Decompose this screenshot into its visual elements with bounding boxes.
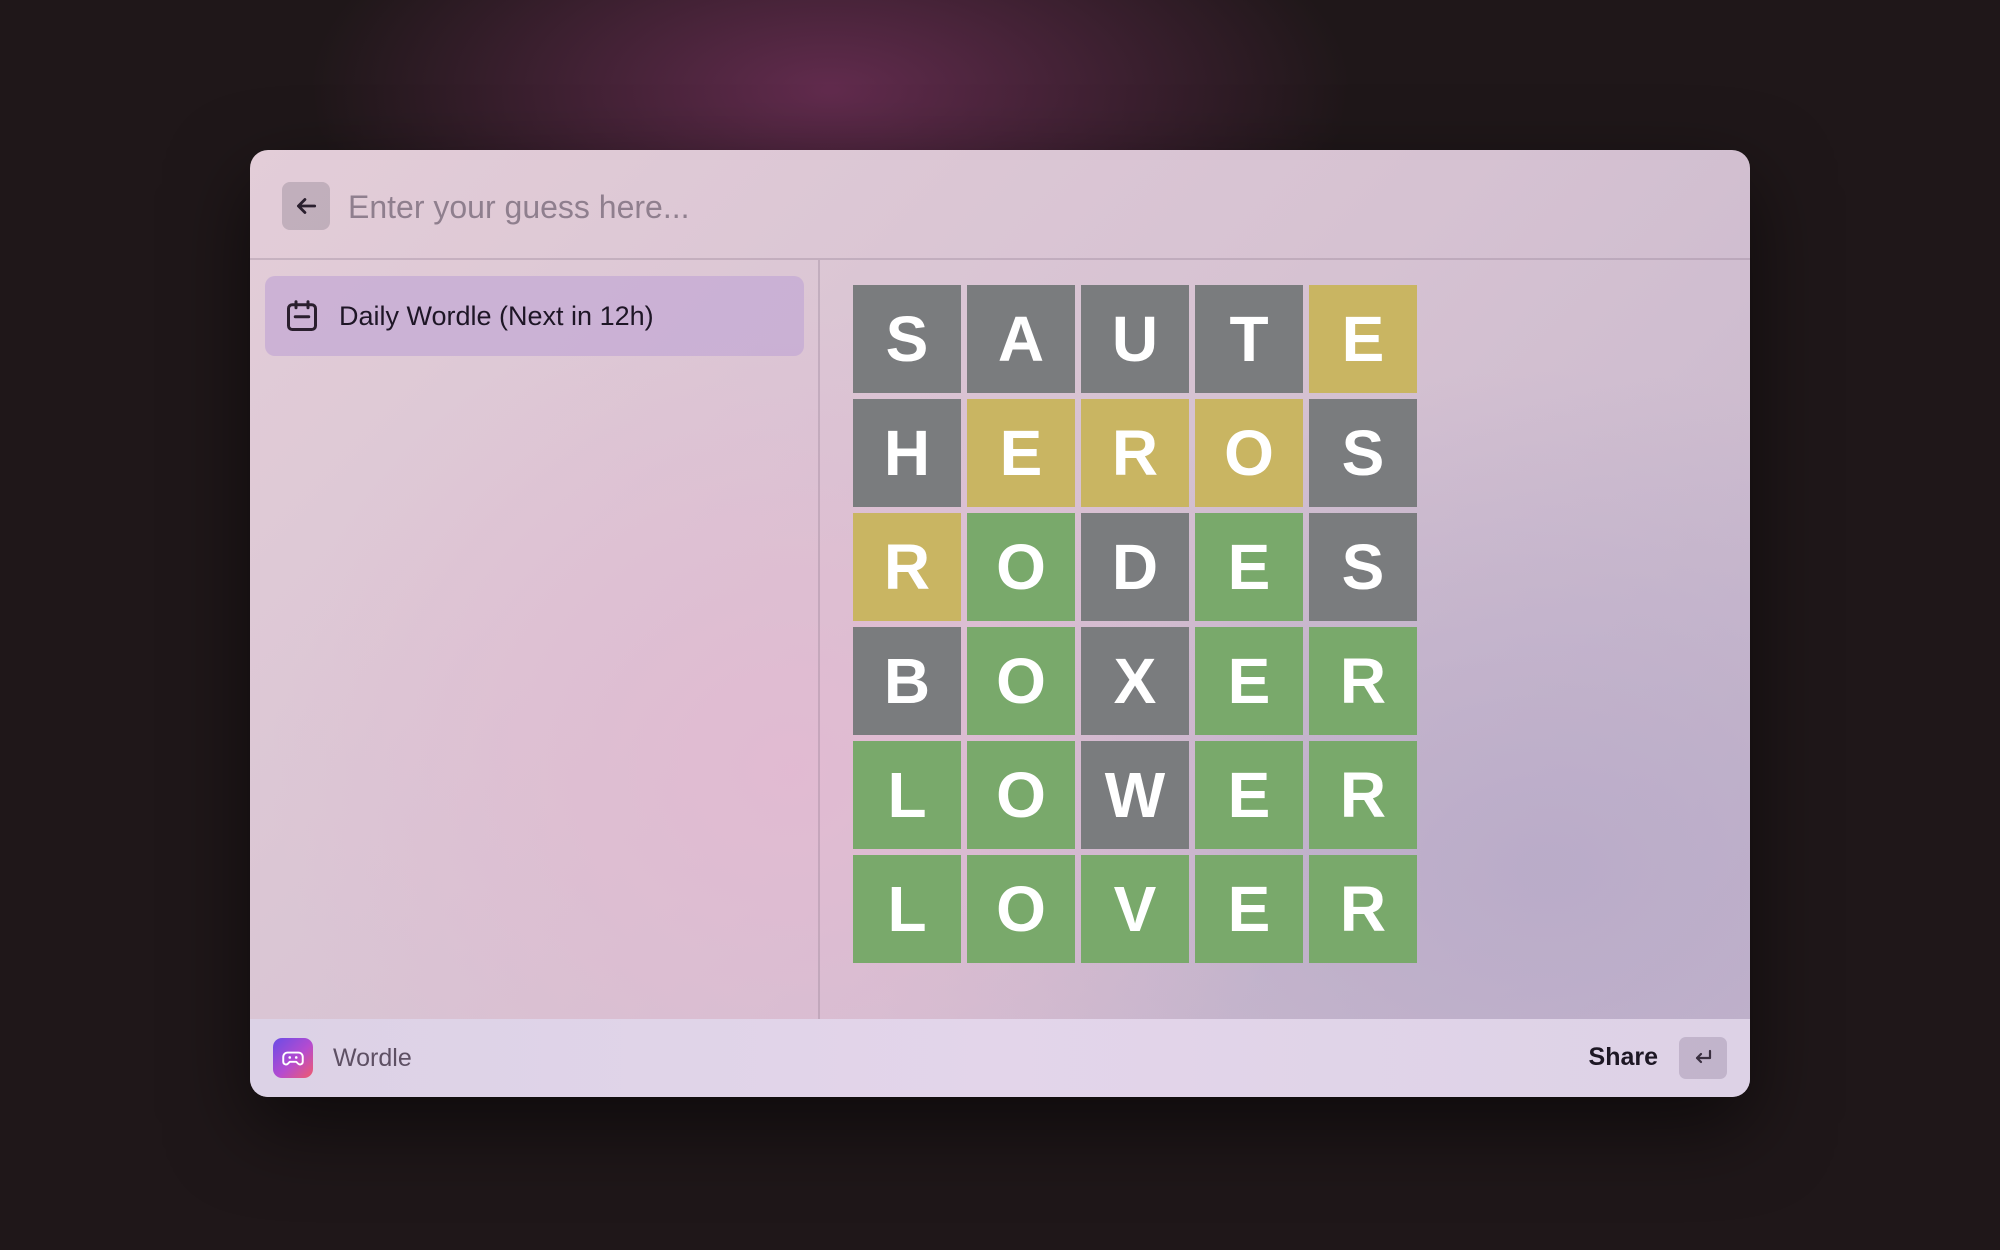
letter-tile: S xyxy=(853,285,961,393)
letter-tile: L xyxy=(853,741,961,849)
guess-input[interactable] xyxy=(346,180,1450,234)
letter-tile: E xyxy=(1195,513,1303,621)
app-name: Wordle xyxy=(333,1044,412,1072)
letter-tile: B xyxy=(853,627,961,735)
letter-tile: R xyxy=(1309,741,1417,849)
letter-tile: E xyxy=(967,399,1075,507)
sidebar-item-daily-wordle[interactable]: Daily Wordle (Next in 12h) xyxy=(265,276,804,356)
letter-tile: U xyxy=(1081,285,1189,393)
letter-tile: O xyxy=(967,513,1075,621)
letter-tile: O xyxy=(967,741,1075,849)
letter-tile: L xyxy=(853,855,961,963)
return-key-icon[interactable] xyxy=(1679,1037,1727,1079)
letter-tile: E xyxy=(1195,627,1303,735)
sidebar: Daily Wordle (Next in 12h) xyxy=(250,260,820,1019)
letter-tile: R xyxy=(1309,855,1417,963)
wordle-window: Daily Wordle (Next in 12h) SAUTEHEROSROD… xyxy=(250,150,1750,1097)
letter-tile: W xyxy=(1081,741,1189,849)
letter-tile: E xyxy=(1195,855,1303,963)
action-bar: Wordle Share xyxy=(250,1019,1750,1097)
calendar-icon xyxy=(283,297,321,335)
letter-tile: H xyxy=(853,399,961,507)
arrow-left-icon xyxy=(297,198,317,214)
wordle-board: SAUTEHEROSRODESBOXERLOWERLOVER xyxy=(853,285,1417,963)
letter-tile: A xyxy=(967,285,1075,393)
letter-tile: R xyxy=(1081,399,1189,507)
letter-tile: O xyxy=(1195,399,1303,507)
letter-tile: O xyxy=(967,855,1075,963)
letter-tile: S xyxy=(1309,513,1417,621)
search-bar xyxy=(250,150,1750,260)
letter-tile: E xyxy=(1195,741,1303,849)
sidebar-item-label: Daily Wordle (Next in 12h) xyxy=(339,300,654,331)
letter-tile: V xyxy=(1081,855,1189,963)
letter-tile: X xyxy=(1081,627,1189,735)
letter-tile: O xyxy=(967,627,1075,735)
letter-tile: D xyxy=(1081,513,1189,621)
back-button[interactable] xyxy=(282,182,330,230)
share-button[interactable]: Share xyxy=(1589,1043,1658,1072)
letter-tile: R xyxy=(853,513,961,621)
letter-tile: E xyxy=(1309,285,1417,393)
game-controller-icon xyxy=(273,1038,313,1078)
letter-tile: R xyxy=(1309,627,1417,735)
letter-tile: T xyxy=(1195,285,1303,393)
letter-tile: S xyxy=(1309,399,1417,507)
